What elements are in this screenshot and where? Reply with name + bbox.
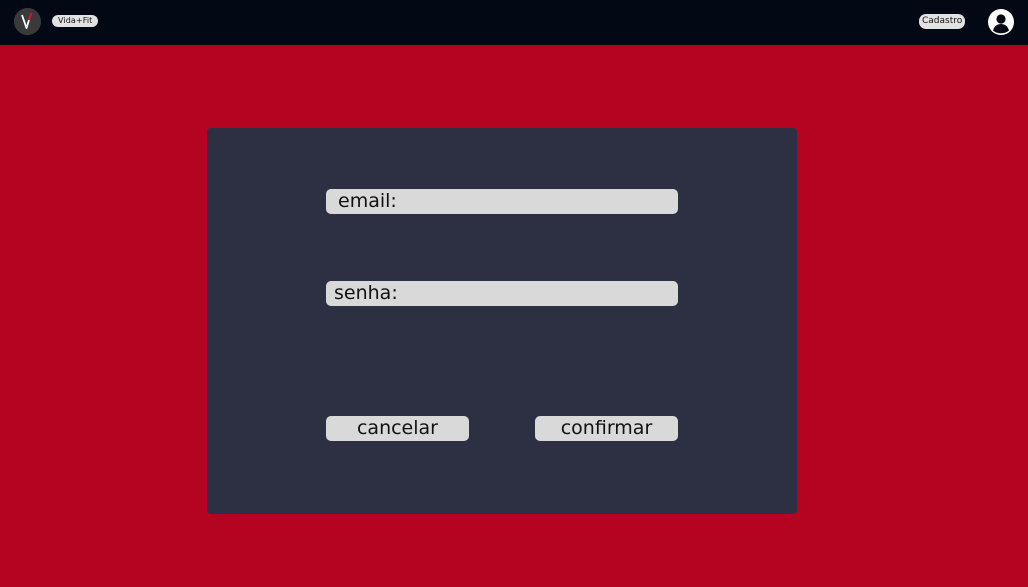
confirm-button[interactable]: confirmar [535,416,678,441]
email-field[interactable]: email: [326,189,678,214]
top-navigation-bar: Vida+Fit Cadastro [0,0,1028,45]
email-input[interactable] [394,189,672,214]
email-label: email: [338,190,397,212]
login-form-panel: email: senha: cancelar confirmar [207,128,797,514]
user-account-icon[interactable] [988,9,1014,35]
signup-link[interactable]: Cadastro [919,14,966,29]
vidafit-logo-icon[interactable] [14,8,41,35]
password-label: senha: [334,282,398,304]
password-input[interactable] [398,281,672,306]
cancel-button[interactable]: cancelar [326,416,469,441]
password-field[interactable]: senha: [326,281,678,306]
brand-name-badge[interactable]: Vida+Fit [52,15,99,27]
